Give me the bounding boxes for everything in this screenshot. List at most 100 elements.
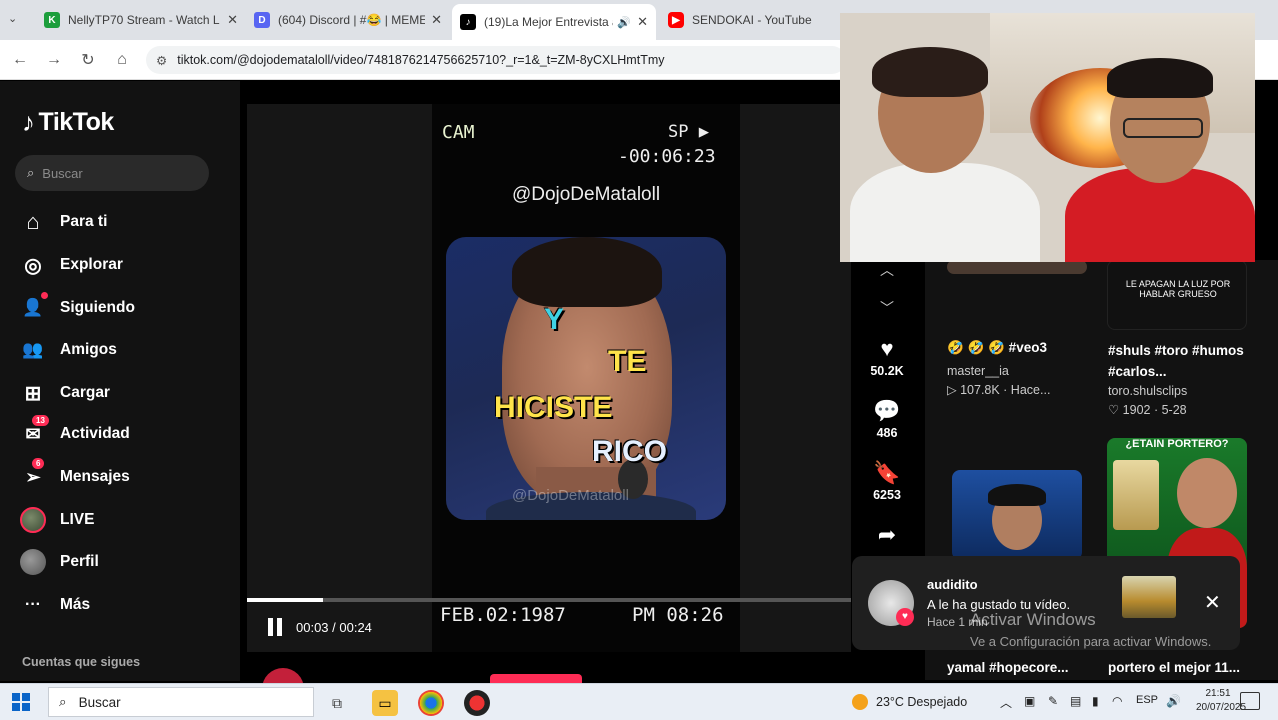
- windows-taskbar: ⌕ Buscar ⧉ ▭ 23°C Despejado ︿ ▣ ✎ ▤ ▮ ◠ …: [0, 683, 1278, 720]
- feed-author[interactable]: master__ia: [947, 364, 1009, 378]
- feed-title[interactable]: yamal #hopecore...: [947, 660, 1069, 675]
- activity-badge: 13: [32, 415, 49, 426]
- video-player[interactable]: CAM SP ▶ -00:06:23 @DojoDeMataloll Y TE …: [247, 104, 851, 652]
- language-indicator[interactable]: ESP: [1136, 694, 1158, 706]
- taskbar-clock[interactable]: 21:51 20/07/2025: [1196, 687, 1246, 715]
- save-button[interactable]: 🔖 6253: [860, 460, 914, 502]
- scroll-down-icon[interactable]: ﹀: [860, 298, 914, 318]
- nav-mas[interactable]: ··· Más: [20, 590, 90, 620]
- browser-tab-nelly[interactable]: K NellyTP70 Stream - Watch L ✕: [36, 6, 246, 34]
- record-app-icon[interactable]: [464, 690, 490, 716]
- nav-label: Perfil: [60, 553, 99, 570]
- webcam-overlay: [840, 13, 1255, 262]
- tray-chevron-icon[interactable]: ︿: [1000, 694, 1012, 711]
- tiktok-logo[interactable]: ♪ TikTok: [22, 107, 114, 138]
- close-icon[interactable]: ✕: [1204, 590, 1221, 615]
- windows-start-icon[interactable]: [12, 693, 30, 711]
- speaker-icon[interactable]: 🔊: [617, 16, 631, 29]
- battery-icon[interactable]: ▮: [1092, 694, 1099, 708]
- file-explorer-icon[interactable]: ▭: [372, 690, 398, 716]
- wifi-icon[interactable]: ◠: [1112, 694, 1122, 708]
- tab-close-icon[interactable]: ✕: [637, 14, 648, 30]
- task-view-icon[interactable]: ⧉: [324, 690, 350, 716]
- weather-widget[interactable]: 23°C Despejado: [852, 694, 967, 710]
- taskbar-search-label: Buscar: [78, 694, 121, 710]
- pen-icon[interactable]: ✎: [1048, 694, 1058, 708]
- compass-icon: ◎: [24, 254, 42, 277]
- caption-te: TE: [608, 345, 647, 378]
- browser-tab-tiktok[interactable]: ♪ (19)La Mejor Entrevista a 🔊 ✕: [452, 4, 656, 40]
- heart-icon: ♥: [880, 336, 894, 361]
- video-thumbnail[interactable]: [952, 470, 1082, 560]
- scroll-up-icon[interactable]: ︿: [860, 260, 914, 280]
- chrome-icon[interactable]: [418, 690, 444, 716]
- messages-icon: ➢ 6: [20, 458, 46, 490]
- caption-rico: RICO: [592, 435, 667, 468]
- share-button[interactable]: ➦: [860, 522, 914, 548]
- tab-close-icon[interactable]: ✕: [227, 12, 238, 28]
- volume-icon[interactable]: 🔊: [1166, 694, 1181, 708]
- pause-button[interactable]: [268, 618, 288, 638]
- video-progress-fill: [247, 598, 323, 602]
- nav-explorar[interactable]: ◎ Explorar: [20, 250, 123, 280]
- video-thumbnail[interactable]: LE APAGAN LA LUZ POR HABLAR GRUESO: [1107, 260, 1247, 330]
- tiktok-favicon-icon: ♪: [460, 14, 476, 30]
- feed-title[interactable]: portero el mejor 11...: [1108, 660, 1240, 675]
- camera-icon[interactable]: ▣: [1024, 694, 1035, 708]
- person-right: [1065, 58, 1255, 262]
- caption-y: Y: [544, 303, 565, 336]
- nav-label: Mensajes: [60, 468, 130, 485]
- nav-mensajes[interactable]: ➢ 6 Mensajes: [20, 458, 130, 492]
- comment-icon: 💬: [873, 398, 901, 423]
- nav-label: Actividad: [60, 425, 130, 442]
- nav-perfil[interactable]: Perfil: [20, 547, 99, 577]
- feed-author[interactable]: toro.shulsclips: [1108, 384, 1187, 398]
- home-icon[interactable]: ⌂: [110, 48, 134, 72]
- taskbar-search[interactable]: ⌕ Buscar: [48, 687, 314, 717]
- video-progress-bar[interactable]: [247, 598, 851, 602]
- time-stamp: PM 08:26: [632, 604, 724, 626]
- notification-thumbnail[interactable]: [1122, 576, 1176, 618]
- feed-meta: ♡ 1902 · 5-28: [1108, 403, 1187, 417]
- search-placeholder: Buscar: [42, 165, 83, 181]
- search-input[interactable]: ⌕ Buscar: [15, 155, 209, 191]
- messages-badge: 6: [32, 458, 45, 469]
- activity-icon: ✉ 13: [20, 415, 49, 447]
- nav-siguiendo[interactable]: 👤 Siguiendo: [20, 292, 135, 323]
- feed-title[interactable]: #shuls #toro #humos #carlos...: [1108, 340, 1248, 382]
- nav-actividad[interactable]: ✉ 13 Actividad: [20, 415, 130, 449]
- following-icon: 👤: [20, 292, 48, 321]
- forward-arrow-icon[interactable]: →: [42, 48, 66, 72]
- save-count: 6253: [873, 488, 901, 502]
- tab-close-icon[interactable]: ✕: [431, 12, 442, 28]
- browser-tab-discord[interactable]: D (604) Discord | #😂 | MEMES ✕: [246, 6, 450, 34]
- activate-windows-subtitle: Ve a Configuración para activar Windows.: [970, 634, 1212, 649]
- search-icon: ⌕: [59, 694, 67, 709]
- comment-button[interactable]: 💬 486: [860, 398, 914, 440]
- network-icon[interactable]: ▤: [1070, 694, 1081, 708]
- url-text: tiktok.com/@dojodemataloll/video/7481876…: [177, 53, 665, 67]
- video-thumbnail[interactable]: [947, 260, 1087, 274]
- logo-text: TikTok: [38, 108, 115, 136]
- browser-tab-youtube[interactable]: ▶ SENDOKAI - YouTube: [660, 6, 838, 34]
- nav-live[interactable]: LIVE: [20, 505, 94, 535]
- nav-para-ti[interactable]: ⌂ Para ti: [20, 207, 107, 237]
- more-icon: ···: [25, 596, 41, 613]
- profile-avatar-icon: [20, 549, 46, 575]
- nav-cargar[interactable]: ⊞ Cargar: [20, 378, 110, 408]
- tab-title: NellyTP70 Stream - Watch L: [68, 13, 220, 27]
- tab-list-button[interactable]: ⌄: [8, 12, 17, 25]
- video-actions: ︿ ﹀ ♥ 50.2K 💬 486 🔖 6253 ➦: [860, 260, 914, 560]
- heart-badge-icon: ♥: [896, 608, 914, 626]
- address-bar[interactable]: ⚙ tiktok.com/@dojodemataloll/video/74818…: [146, 46, 846, 74]
- feed-title[interactable]: 🤣 🤣 🤣 #veo3: [947, 340, 1047, 356]
- tab-title: (604) Discord | #😂 | MEMES: [278, 13, 426, 27]
- live-avatar-icon: [20, 507, 46, 533]
- reload-icon[interactable]: ↻: [76, 48, 100, 72]
- nav-amigos[interactable]: 👥 Amigos: [20, 335, 116, 365]
- back-arrow-icon[interactable]: ←: [8, 48, 32, 72]
- youtube-favicon-icon: ▶: [668, 12, 684, 28]
- site-settings-icon[interactable]: ⚙: [156, 53, 167, 68]
- notification-center-icon[interactable]: [1240, 692, 1260, 710]
- like-button[interactable]: ♥ 50.2K: [860, 336, 914, 378]
